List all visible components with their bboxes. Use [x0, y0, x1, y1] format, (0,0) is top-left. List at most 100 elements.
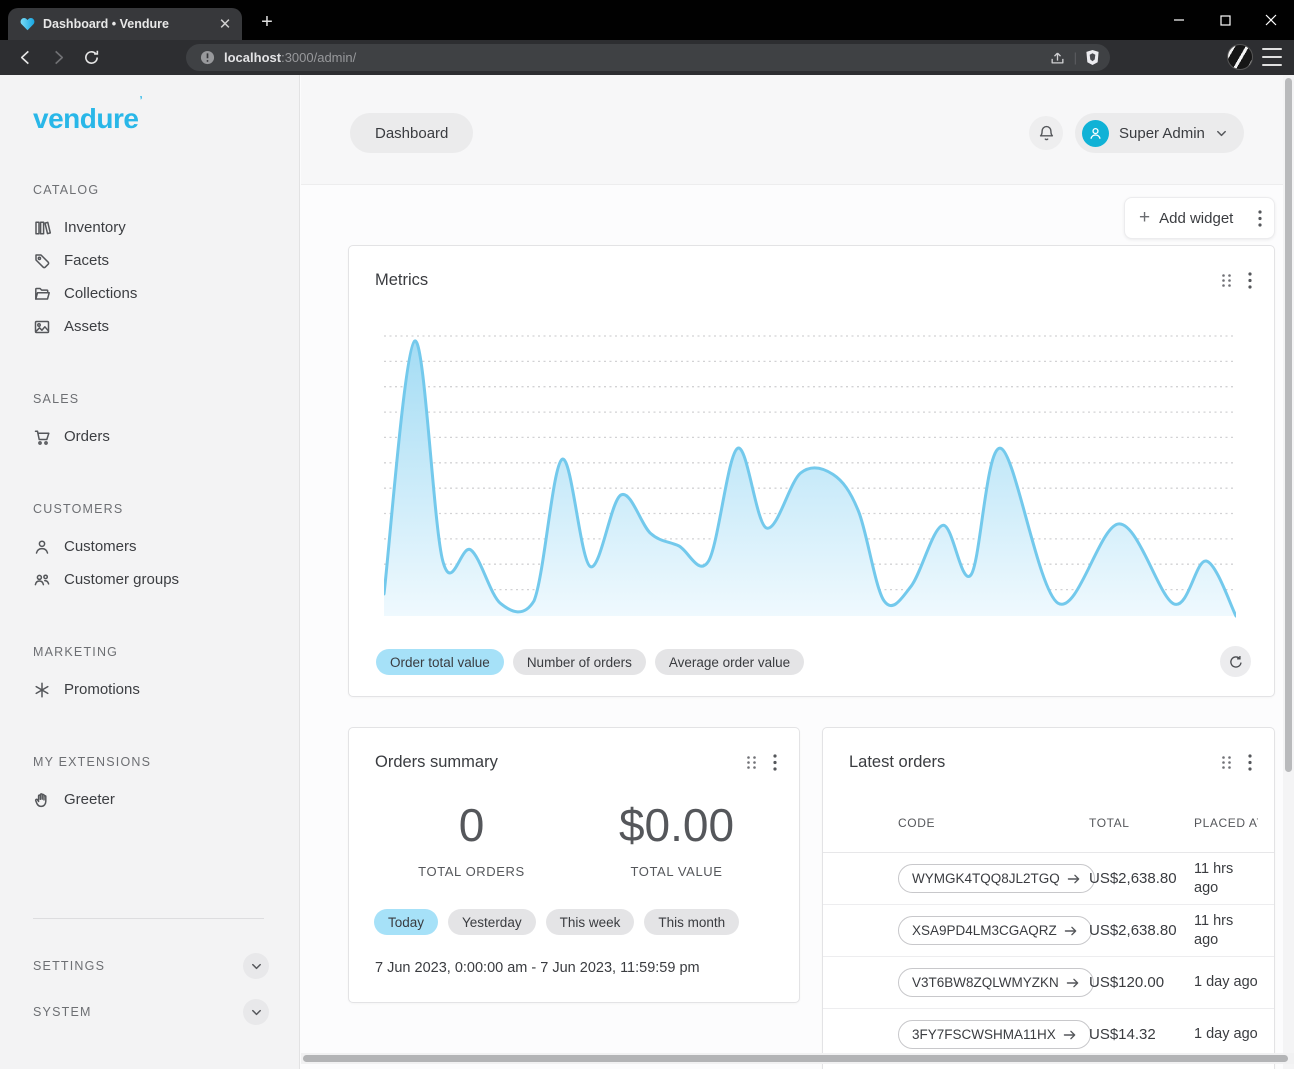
sidebar-item-facets[interactable]: Facets [33, 244, 299, 277]
widget-kebab-icon[interactable] [1248, 272, 1252, 289]
sidebar-item-label: Inventory [64, 219, 126, 236]
window-minimize-button[interactable] [1156, 0, 1202, 40]
order-code-button[interactable]: 3FY7FSCWSHMA11HX [898, 1020, 1091, 1049]
hand-icon [33, 791, 51, 809]
metrics-title: Metrics [375, 271, 1221, 290]
sidebar-item-customer-groups[interactable]: Customer groups [33, 563, 299, 596]
refresh-button[interactable] [1220, 646, 1251, 677]
sidebar-item-label: Customers [64, 538, 137, 555]
section-header: SYSTEM [33, 1005, 92, 1019]
drag-handle-icon[interactable] [1221, 273, 1232, 288]
browser-toolbar: localhost:3000/admin/ | [0, 40, 1294, 75]
sidebar-item-label: Collections [64, 285, 137, 302]
tab-close-icon[interactable]: ✕ [216, 15, 234, 33]
order-row: V3T6BW8ZQLWMYZKNUS$120.001 day ago [823, 957, 1274, 1009]
orders-summary-title: Orders summary [375, 753, 746, 772]
chevron-down-icon[interactable] [243, 953, 269, 979]
sidebar-item-label: Greeter [64, 791, 115, 808]
order-code-button[interactable]: WYMGK4TQQ8JL2TGQ [898, 864, 1095, 893]
order-code: XSA9PD4LM3CGAQRZ [912, 923, 1057, 938]
bell-icon [1037, 124, 1056, 143]
arrow-right-icon [1063, 1029, 1077, 1041]
latest-orders-table: CODETOTALPLACED AT WYMGK4TQQ8JL2TGQUS$2,… [823, 816, 1274, 1061]
widget-kebab-icon[interactable] [1248, 754, 1252, 771]
total-value-value: $0.00 [574, 798, 779, 852]
sidebar-item-collections[interactable]: Collections [33, 277, 299, 310]
range-chip-yesterday[interactable]: Yesterday [448, 909, 536, 935]
browser-menu-icon[interactable] [1262, 48, 1282, 66]
drag-handle-icon[interactable] [1221, 755, 1232, 770]
address-bar[interactable]: localhost:3000/admin/ | [186, 44, 1110, 71]
sidebar-item-label: Orders [64, 428, 110, 445]
new-tab-button[interactable]: + [254, 10, 280, 36]
window-close-button[interactable] [1248, 0, 1294, 40]
browser-tab[interactable]: Dashboard • Vendure ✕ [8, 8, 242, 40]
section-header: MY EXTENSIONS [33, 755, 299, 772]
order-code-button[interactable]: XSA9PD4LM3CGAQRZ [898, 916, 1092, 945]
sidebar-item-orders[interactable]: Orders [33, 420, 299, 453]
sidebar-item-customers[interactable]: Customers [33, 530, 299, 563]
asterisk-icon [33, 681, 51, 699]
back-button[interactable] [10, 44, 40, 72]
arrow-right-icon [1067, 873, 1081, 885]
widget-kebab-icon[interactable] [773, 754, 777, 771]
section-header: SETTINGS [33, 959, 105, 973]
add-widget-button[interactable]: + Add widget [1124, 197, 1275, 239]
browser-window: Dashboard • Vendure ✕ + localhost:3000/a… [0, 0, 1294, 1069]
metric-tab-order-total-value[interactable]: Order total value [376, 649, 504, 675]
latest-orders-widget: Latest orders CODETOTALPLACED AT WYMGK4T… [822, 727, 1275, 1069]
vendure-logo[interactable]: vendureʼ [33, 103, 299, 137]
browser-profile-avatar[interactable] [1227, 44, 1253, 70]
sidebar-section-settings-toggle[interactable]: SETTINGS [33, 949, 269, 983]
order-code: WYMGK4TQQ8JL2TGQ [912, 871, 1060, 886]
sidebar-section-customers: CUSTOMERSCustomersCustomer groups [33, 502, 299, 596]
sidebar-section-sales: SALES Orders [33, 392, 299, 453]
user-name: Super Admin [1119, 125, 1205, 142]
chevron-down-icon [1215, 127, 1228, 140]
user-icon [33, 538, 51, 556]
site-info-icon[interactable] [200, 50, 215, 65]
sidebar-item-inventory[interactable]: Inventory [33, 211, 299, 244]
add-widget-kebab-icon[interactable] [1258, 210, 1262, 227]
horizontal-scrollbar[interactable] [301, 1053, 1294, 1064]
metric-tab-average-order-value[interactable]: Average order value [655, 649, 804, 675]
browser-titlebar: Dashboard • Vendure ✕ + [0, 0, 1294, 40]
sidebar-item-promotions[interactable]: Promotions [33, 673, 299, 706]
order-code-button[interactable]: V3T6BW8ZQLWMYZKN [898, 968, 1094, 997]
range-chip-this-week[interactable]: This week [546, 909, 635, 935]
sidebar-section-my-extensions: MY EXTENSIONS Greeter [33, 755, 299, 816]
notifications-button[interactable] [1029, 116, 1063, 150]
sidebar-item-greeter[interactable]: Greeter [33, 783, 299, 816]
sidebar-item-label: Assets [64, 318, 109, 335]
dashboard-content: + Add widget Metrics [301, 185, 1294, 1069]
range-chip-today[interactable]: Today [374, 909, 438, 935]
total-value-label: TOTAL VALUE [574, 864, 779, 879]
order-total: US$2,638.80 [1089, 870, 1194, 887]
drag-handle-icon[interactable] [746, 755, 757, 770]
user-menu-button[interactable]: Super Admin [1075, 113, 1244, 153]
metric-tab-number-of-orders[interactable]: Number of orders [513, 649, 646, 675]
breadcrumb-dashboard-button[interactable]: Dashboard [350, 113, 473, 153]
chevron-down-icon[interactable] [243, 999, 269, 1025]
sidebar-section-system-toggle[interactable]: SYSTEM [33, 995, 269, 1029]
share-icon[interactable] [1049, 50, 1066, 66]
range-chip-this-month[interactable]: This month [644, 909, 739, 935]
sidebar-item-assets[interactable]: Assets [33, 310, 299, 343]
forward-button[interactable] [43, 44, 73, 72]
horizontal-scrollbar-thumb[interactable] [303, 1055, 1288, 1062]
order-code: 3FY7FSCWSHMA11HX [912, 1027, 1056, 1042]
vertical-scrollbar-thumb[interactable] [1285, 78, 1292, 772]
brave-shield-icon[interactable] [1085, 49, 1100, 66]
arrow-right-icon [1064, 925, 1078, 937]
page-header: Dashboard Super Admin [301, 75, 1294, 185]
metrics-widget: Metrics Order total value Number of order… [348, 245, 1275, 697]
window-maximize-button[interactable] [1202, 0, 1248, 40]
vertical-scrollbar[interactable] [1283, 75, 1294, 1069]
cart-icon [33, 428, 51, 446]
app-viewport: vendureʼ CATALOGInventoryFacetsCollectio… [0, 75, 1294, 1069]
reload-button[interactable] [76, 44, 106, 72]
plus-icon: + [1139, 207, 1150, 229]
order-total: US$14.32 [1089, 1026, 1194, 1043]
section-header: SALES [33, 392, 299, 409]
sidebar-item-label: Promotions [64, 681, 140, 698]
